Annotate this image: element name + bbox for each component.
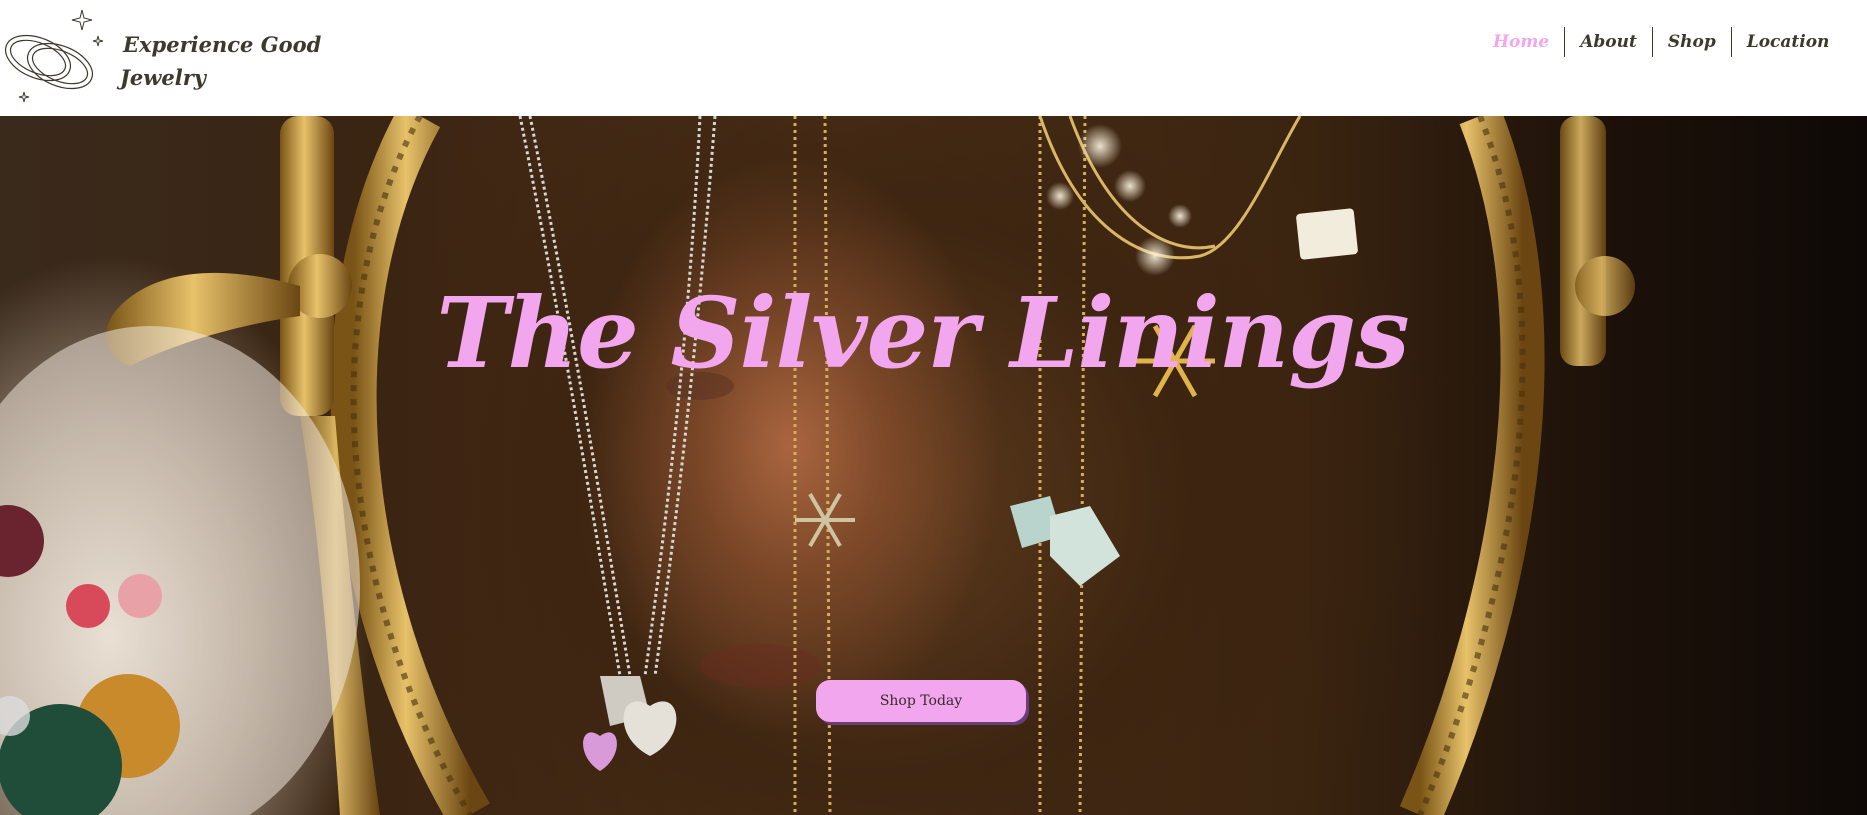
- hero-title: The Silver Linings: [436, 276, 1409, 390]
- site-header: Experience Good Jewelry Home About Shop …: [0, 0, 1867, 116]
- hero-section: The Silver Linings Shop Today: [0, 116, 1867, 815]
- nav-item-location[interactable]: Location: [1732, 26, 1845, 58]
- main-nav: Home About Shop Location: [1478, 26, 1844, 58]
- nav-item-about[interactable]: About: [1565, 26, 1652, 58]
- nav-item-shop[interactable]: Shop: [1653, 26, 1731, 58]
- shop-today-button[interactable]: Shop Today: [816, 680, 1026, 722]
- brand-title[interactable]: Experience Good Jewelry: [120, 28, 350, 94]
- rings-logo-icon[interactable]: [0, 6, 110, 106]
- brand-title-line1: Experience Good: [123, 32, 322, 57]
- nav-item-home[interactable]: Home: [1478, 26, 1564, 58]
- brand-title-line2: Jewelry: [120, 65, 206, 90]
